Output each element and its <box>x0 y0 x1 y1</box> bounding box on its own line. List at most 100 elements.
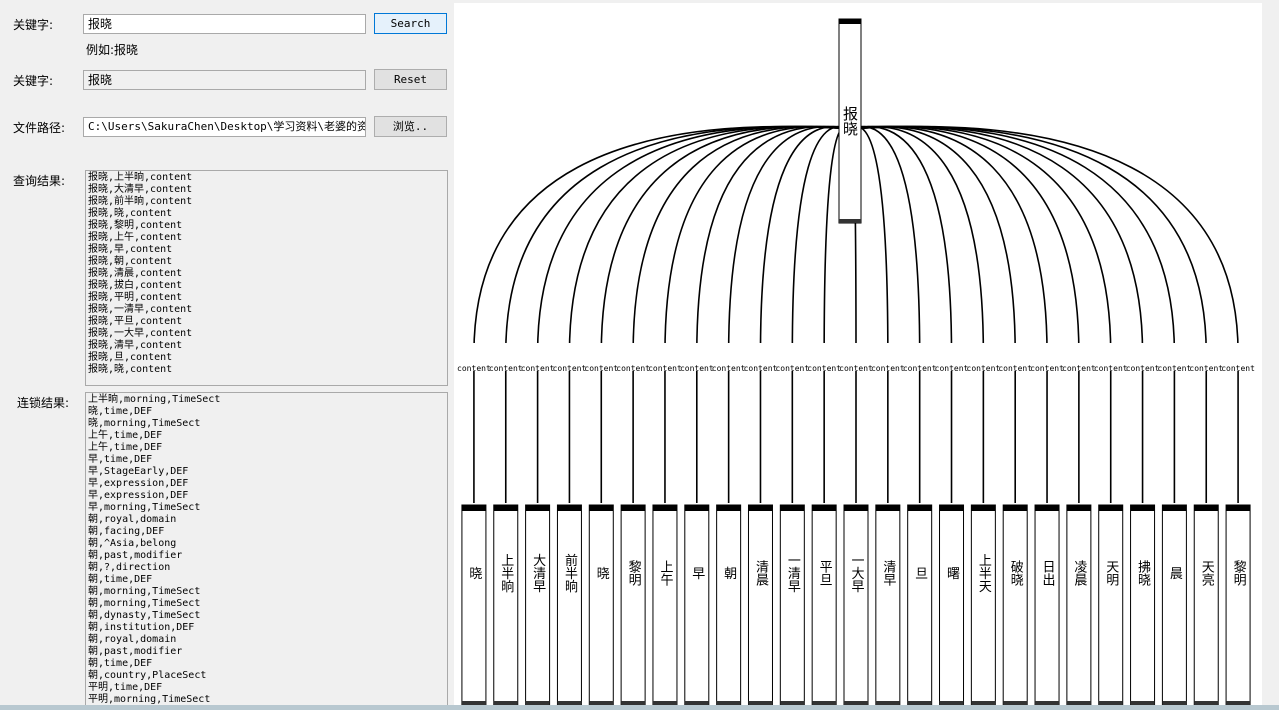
browse-button[interactable]: 浏览.. <box>374 116 447 137</box>
chain-result-item[interactable]: 早,morning,TimeSect <box>88 502 445 514</box>
leaf-node-bar <box>812 505 837 511</box>
query-result-item[interactable]: 报晓,清晨,content <box>88 268 445 280</box>
keyword-readonly-field: 报晓 <box>83 70 366 90</box>
edge-label: content <box>775 364 809 373</box>
chain-result-item[interactable]: 朝,?,direction <box>88 562 445 574</box>
chain-result-item[interactable]: 平明,time,DEF <box>88 682 445 694</box>
leaf-node-label: 拂晓 <box>1135 560 1151 586</box>
edge-label: content <box>839 364 873 373</box>
edge-label: content <box>1221 364 1255 373</box>
leaf-node-box <box>461 504 487 706</box>
chain-result-item[interactable]: 朝,past,modifier <box>88 550 445 562</box>
leaf-node-box <box>747 504 773 706</box>
example-hint: 例如:报晓 <box>86 43 139 57</box>
query-result-item[interactable]: 报晓,朝,content <box>88 256 445 268</box>
chain-result-item[interactable]: 朝,royal,domain <box>88 514 445 526</box>
chain-result-item[interactable]: 朝,morning,TimeSect <box>88 586 445 598</box>
search-button[interactable]: Search <box>374 13 447 34</box>
edge-label: content <box>648 364 682 373</box>
leaf-node-box <box>1002 504 1028 706</box>
path-label: 文件路径: <box>13 121 66 135</box>
query-result-item[interactable]: 报晓,黎明,content <box>88 220 445 232</box>
edge-label: content <box>1189 364 1223 373</box>
leaf-node-label: 大清早 <box>530 554 546 593</box>
chain-result-item[interactable]: 晓,time,DEF <box>88 406 445 418</box>
graph-edge <box>473 125 851 503</box>
query-result-item[interactable]: 报晓,一大早,content <box>88 328 445 340</box>
query-result-item[interactable]: 报晓,平旦,content <box>88 316 445 328</box>
leaf-node-box <box>1098 504 1124 706</box>
chain-result-item[interactable]: 朝,institution,DEF <box>88 622 445 634</box>
leaf-node-bar <box>907 505 932 511</box>
query-result-item[interactable]: 报晓,晓,content <box>88 364 445 376</box>
leaf-node-box <box>1193 504 1219 706</box>
leaf-node-box <box>1066 504 1092 706</box>
leaf-node-label: 上半天 <box>976 554 992 593</box>
chain-result-item[interactable]: 上半晌,morning,TimeSect <box>88 394 445 406</box>
chain-result-item[interactable]: 上午,time,DEF <box>88 430 445 442</box>
leaf-node-box <box>970 504 996 706</box>
edge-label: content <box>712 364 746 373</box>
query-result-item[interactable]: 报晓,早,content <box>88 244 445 256</box>
query-result-item[interactable]: 报晓,上半晌,content <box>88 172 445 184</box>
edge-label: content <box>616 364 650 373</box>
edge-label: content <box>744 364 778 373</box>
graph-edge <box>568 125 851 503</box>
chain-result-list[interactable]: 上半晌,morning,TimeSect 晓,time,DEF 晓,morning,… <box>85 392 448 710</box>
query-result-item[interactable]: 报晓,一清早,content <box>88 304 445 316</box>
leaf-node-bar <box>1130 505 1155 511</box>
chain-result-item[interactable]: 早,time,DEF <box>88 454 445 466</box>
graph-edge <box>759 125 851 503</box>
reset-button[interactable]: Reset <box>374 69 447 90</box>
graph-edge <box>664 125 851 503</box>
leaf-node-label: 一清早 <box>785 554 801 593</box>
chain-result-item[interactable]: 上午,time,DEF <box>88 442 445 454</box>
chain-result-item[interactable]: 朝,time,DEF <box>88 658 445 670</box>
chain-result-item[interactable]: 朝,morning,TimeSect <box>88 598 445 610</box>
path-input[interactable]: C:\Users\SakuraChen\Desktop\学习资料\老婆的资料 <box>83 117 366 137</box>
query-result-item[interactable]: 报晓,上午,content <box>88 232 445 244</box>
query-result-item[interactable]: 报晓,前半晌,content <box>88 196 445 208</box>
leaf-node-box <box>1034 504 1060 706</box>
query-result-item[interactable]: 报晓,大清早,content <box>88 184 445 196</box>
taskbar-strip <box>0 705 1279 710</box>
query-result-list[interactable]: 报晓,上半晌,content 报晓,大清早,content 报晓,前半晌,conte… <box>85 170 448 386</box>
chain-result-item[interactable]: 朝,^Asia,belong <box>88 538 445 550</box>
chain-result-item[interactable]: 早,expression,DEF <box>88 478 445 490</box>
leaf-node-label: 日出 <box>1040 560 1055 586</box>
leaf-node-bar <box>621 505 646 511</box>
leaf-node-bar <box>493 505 518 511</box>
edge-label: content <box>521 364 555 373</box>
query-result-item[interactable]: 报晓,旦,content <box>88 352 445 364</box>
leaf-node-bar <box>1003 505 1028 511</box>
leaf-node-box <box>1225 504 1251 706</box>
chain-result-item[interactable]: 朝,time,DEF <box>88 574 445 586</box>
chain-result-item[interactable]: 早,StageEarly,DEF <box>88 466 445 478</box>
chain-result-item[interactable]: 早,expression,DEF <box>88 490 445 502</box>
graph-edge <box>849 125 1016 503</box>
edge-label: content <box>1126 364 1160 373</box>
keyword-input[interactable]: 报晓 <box>83 14 366 34</box>
leaf-node-box <box>525 504 551 706</box>
leaf-node-bar <box>652 505 677 511</box>
chain-result-item[interactable]: 朝,past,modifier <box>88 646 445 658</box>
root-node-label: 报晓 <box>841 106 859 137</box>
chain-result-item[interactable]: 朝,country,PlaceSect <box>88 670 445 682</box>
query-result-item[interactable]: 报晓,平明,content <box>88 292 445 304</box>
edge-label: content <box>1062 364 1096 373</box>
chain-result-item[interactable]: 朝,royal,domain <box>88 634 445 646</box>
query-result-item[interactable]: 报晓,清早,content <box>88 340 445 352</box>
leaf-node-box <box>493 504 519 706</box>
graph-canvas: content content content content content conte… <box>454 3 1262 707</box>
leaf-node-label: 破晓 <box>1008 560 1024 586</box>
query-result-item[interactable]: 报晓,晓,content <box>88 208 445 220</box>
keyword-label: 关键字: <box>13 18 54 32</box>
chain-result-item[interactable]: 朝,dynasty,TimeSect <box>88 610 445 622</box>
leaf-node-box <box>556 504 582 706</box>
leaf-node-bar <box>780 505 805 511</box>
edge-label: content <box>1030 364 1064 373</box>
chain-result-item[interactable]: 晓,morning,TimeSect <box>88 418 445 430</box>
chain-result-item[interactable]: 朝,facing,DEF <box>88 526 445 538</box>
edge-label: content <box>489 364 523 373</box>
query-result-item[interactable]: 报晓,拔白,content <box>88 280 445 292</box>
